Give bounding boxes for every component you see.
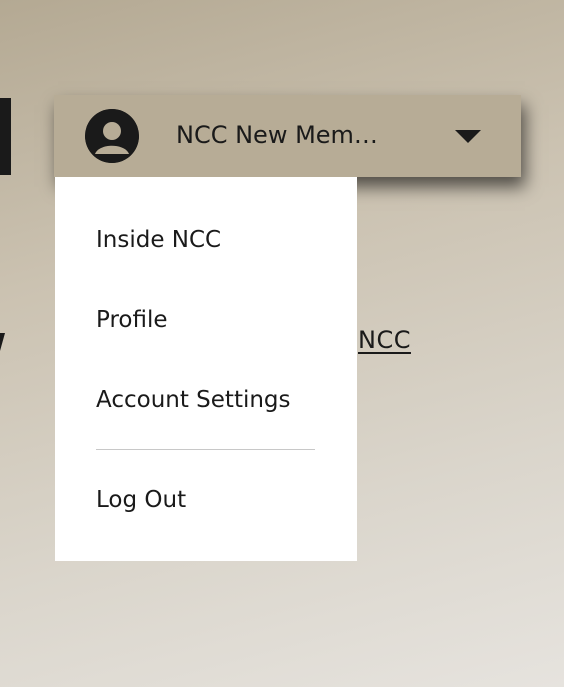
menu-divider [96, 449, 315, 450]
ncc-link[interactable]: NCC [358, 326, 411, 354]
menu-item-log-out[interactable]: Log Out [96, 487, 186, 513]
account-user-name: NCC New Mem… [176, 121, 378, 149]
partial-caret-icon [0, 333, 5, 351]
menu-item-inside-ncc[interactable]: Inside NCC [96, 227, 221, 253]
menu-item-profile[interactable]: Profile [96, 307, 168, 333]
partial-search-field-edge [0, 98, 11, 175]
caret-down-icon [455, 130, 481, 143]
account-menu-button[interactable]: NCC New Mem… [54, 95, 521, 177]
user-avatar-icon [85, 109, 139, 163]
menu-item-account-settings[interactable]: Account Settings [96, 387, 291, 413]
account-dropdown-menu: Inside NCC Profile Account Settings Log … [55, 177, 357, 561]
